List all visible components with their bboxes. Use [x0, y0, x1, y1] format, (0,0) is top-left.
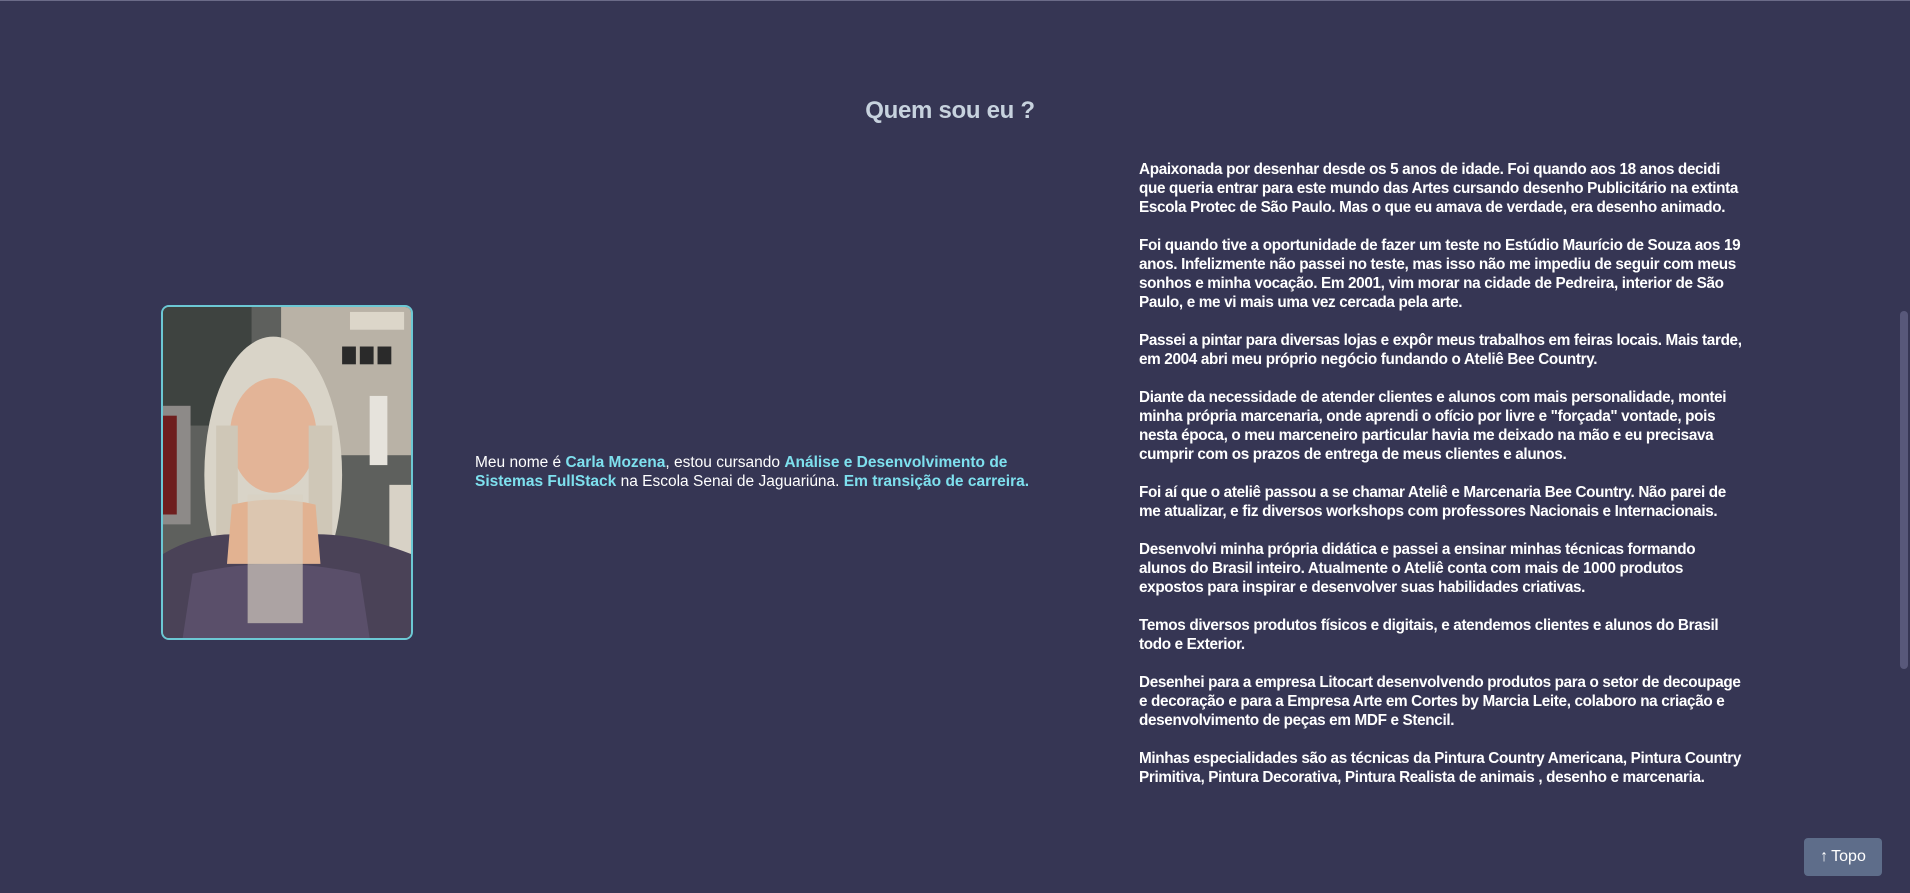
bio-paragraph: Minhas especialidades são as técnicas da…	[1139, 750, 1741, 786]
intro-career: Em transição de carreira.	[843, 473, 1030, 490]
bio-paragraph: Temos diversos produtos físicos e digita…	[1139, 617, 1719, 653]
bio-paragraph: Diante da necessidade de atender cliente…	[1139, 389, 1727, 463]
intro-text: Meu nome é Carla Mozena, estou cursando …	[475, 453, 1075, 491]
arrow-up-icon: ↑	[1820, 848, 1829, 865]
scroll-top-button[interactable]: ↑ Topo	[1804, 838, 1882, 876]
bio-paragraph: Desenvolvi minha própria didática e pass…	[1139, 541, 1696, 596]
profile-photo-image	[163, 307, 411, 638]
intro-school: na Escola Senai de Jaguariúna.	[616, 473, 844, 490]
about-section: Quem sou eu ? Meu nome é Carla Mozena, e…	[0, 0, 1910, 893]
bio-paragraph: Apaixonada por desenhar desde os 5 anos …	[1139, 161, 1739, 216]
bio-paragraph: Desenhei para a empresa Litocart desenvo…	[1139, 674, 1741, 729]
page-scrollbar[interactable]	[1898, 1, 1910, 893]
scroll-top-label: Topo	[1831, 848, 1866, 865]
bio-paragraph: Foi aí que o ateliê passou a se chamar A…	[1139, 484, 1726, 520]
bio-paragraph: Foi quando tive a oportunidade de fazer …	[1139, 237, 1741, 311]
intro-name: Carla Mozena	[565, 454, 666, 471]
scrollbar-thumb[interactable]	[1900, 311, 1908, 669]
section-title: Quem sou eu ?	[865, 97, 1035, 124]
intro-mid: , estou cursando	[665, 454, 785, 471]
profile-photo	[161, 305, 413, 640]
intro-prefix: Meu nome é	[475, 454, 566, 471]
bio-text: Apaixonada por desenhar desde os 5 anos …	[1139, 160, 1745, 806]
bio-paragraph: Passei a pintar para diversas lojas e ex…	[1139, 332, 1742, 368]
